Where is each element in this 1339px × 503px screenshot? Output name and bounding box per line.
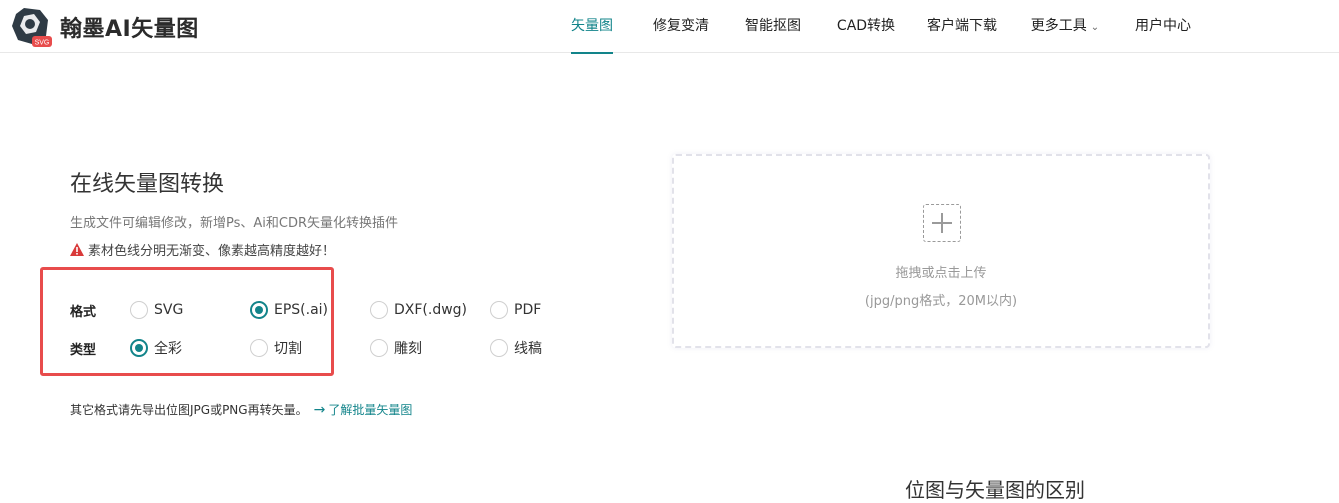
radio-label: SVG — [154, 302, 184, 318]
radio-label: 线稿 — [514, 341, 542, 357]
converter-intro: 在线矢量图转换 生成文件可编辑修改，新增Ps、Ai和CDR矢量化转换插件 素材色… — [70, 160, 590, 259]
options-highlight-box — [40, 267, 334, 376]
nav-label: 用户中心 — [1135, 18, 1191, 34]
nav-item-vector[interactable]: 矢量图 — [553, 0, 631, 54]
logo-badge-text: SVG — [35, 40, 50, 47]
nav-label: 更多工具 — [1030, 18, 1087, 34]
nav-label: 客户端下载 — [927, 18, 997, 34]
radio-label: DXF(.dwg) — [394, 302, 468, 318]
format-label: 格式 — [70, 304, 97, 320]
arrow-right-icon: → — [313, 401, 326, 418]
warning-text: 素材色线分明无渐变、像素越高精度越好！ — [88, 244, 336, 259]
nav-label: 矢量图 — [571, 18, 613, 34]
upload-hint: (jpg/png格式，20M以内) — [864, 294, 1018, 309]
radio-circle — [370, 339, 388, 357]
format-radio-dxf[interactable]: DXF(.dwg) — [370, 301, 467, 319]
nav-item-client-download[interactable]: 客户端下载 — [913, 0, 1011, 53]
type-radio-engrave[interactable]: 雕刻 — [370, 338, 422, 358]
radio-circle — [370, 301, 388, 319]
radio-circle — [490, 301, 508, 319]
section-heading-partial: 位图与矢量图的区别 — [905, 478, 1085, 502]
logo-text: 翰墨AI矢量图 — [60, 17, 199, 42]
radio-label: 全彩 — [154, 341, 182, 357]
type-radio-fullcolor[interactable]: 全彩 — [130, 338, 182, 358]
nav-item-restore[interactable]: 修复变清 — [635, 0, 727, 53]
radio-circle — [130, 301, 148, 319]
format-note: 其它格式请先导出位图JPG或PNG再转矢量。 → 了解批量矢量图 — [70, 401, 412, 418]
nav-item-more-tools[interactable]: 更多工具 ⌄ — [1011, 0, 1119, 53]
radio-label: PDF — [514, 302, 542, 318]
nav-label: CAD转换 — [836, 18, 896, 34]
format-radio-svg[interactable]: SVG — [130, 301, 183, 319]
note-text: 其它格式请先导出位图JPG或PNG再转矢量。 — [70, 403, 308, 417]
site-logo[interactable]: SVG 翰墨AI矢量图 — [10, 6, 210, 48]
nav-item-user-center[interactable]: 用户中心 — [1119, 0, 1207, 53]
top-header: SVG 翰墨AI矢量图 矢量图 修复变清 智能抠图 CAD转换 客户端下载 更多… — [0, 0, 1339, 54]
nav-label: 修复变清 — [653, 18, 709, 34]
radio-circle — [490, 339, 508, 357]
plus-icon — [923, 204, 961, 242]
nav-item-cutout[interactable]: 智能抠图 — [727, 0, 819, 53]
main-nav: 矢量图 修复变清 智能抠图 CAD转换 客户端下载 更多工具 ⌄ 用户中心 — [553, 0, 1207, 54]
format-radio-pdf[interactable]: PDF — [490, 301, 541, 319]
page-subtitle: 生成文件可编辑修改，新增Ps、Ai和CDR矢量化转换插件 — [70, 216, 399, 231]
batch-vector-link[interactable]: → 了解批量矢量图 — [314, 401, 413, 418]
radio-circle — [250, 301, 268, 319]
type-radio-lineart[interactable]: 线稿 — [490, 338, 542, 358]
page-title: 在线矢量图转换 — [70, 172, 225, 197]
logo-icon: SVG — [10, 6, 54, 48]
upload-text: 拖拽或点击上传 — [895, 266, 987, 281]
upload-dropzone[interactable]: 拖拽或点击上传 (jpg/png格式，20M以内) — [672, 154, 1210, 348]
warning-icon — [70, 243, 84, 256]
nav-item-cad[interactable]: CAD转换 — [819, 0, 913, 53]
type-label: 类型 — [70, 342, 97, 358]
link-text: 了解批量矢量图 — [328, 403, 413, 417]
radio-circle — [250, 339, 268, 357]
format-radio-eps[interactable]: EPS(.ai) — [250, 301, 328, 319]
radio-label: EPS(.ai) — [274, 302, 329, 318]
quality-warning: 素材色线分明无渐变、像素越高精度越好！ — [70, 240, 335, 259]
radio-label: 切割 — [274, 341, 302, 357]
type-radio-cut[interactable]: 切割 — [250, 338, 302, 358]
radio-circle — [130, 339, 148, 357]
radio-label: 雕刻 — [394, 341, 422, 357]
nav-label: 智能抠图 — [745, 18, 801, 34]
chevron-down-icon: ⌄ — [1090, 22, 1100, 33]
